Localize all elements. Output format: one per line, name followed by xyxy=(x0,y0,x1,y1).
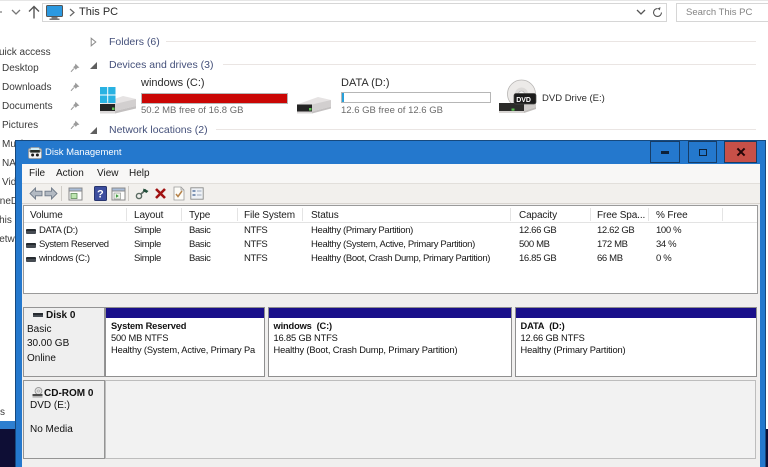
svg-text:?: ? xyxy=(97,189,104,201)
svg-text:DVD: DVD xyxy=(516,97,531,104)
